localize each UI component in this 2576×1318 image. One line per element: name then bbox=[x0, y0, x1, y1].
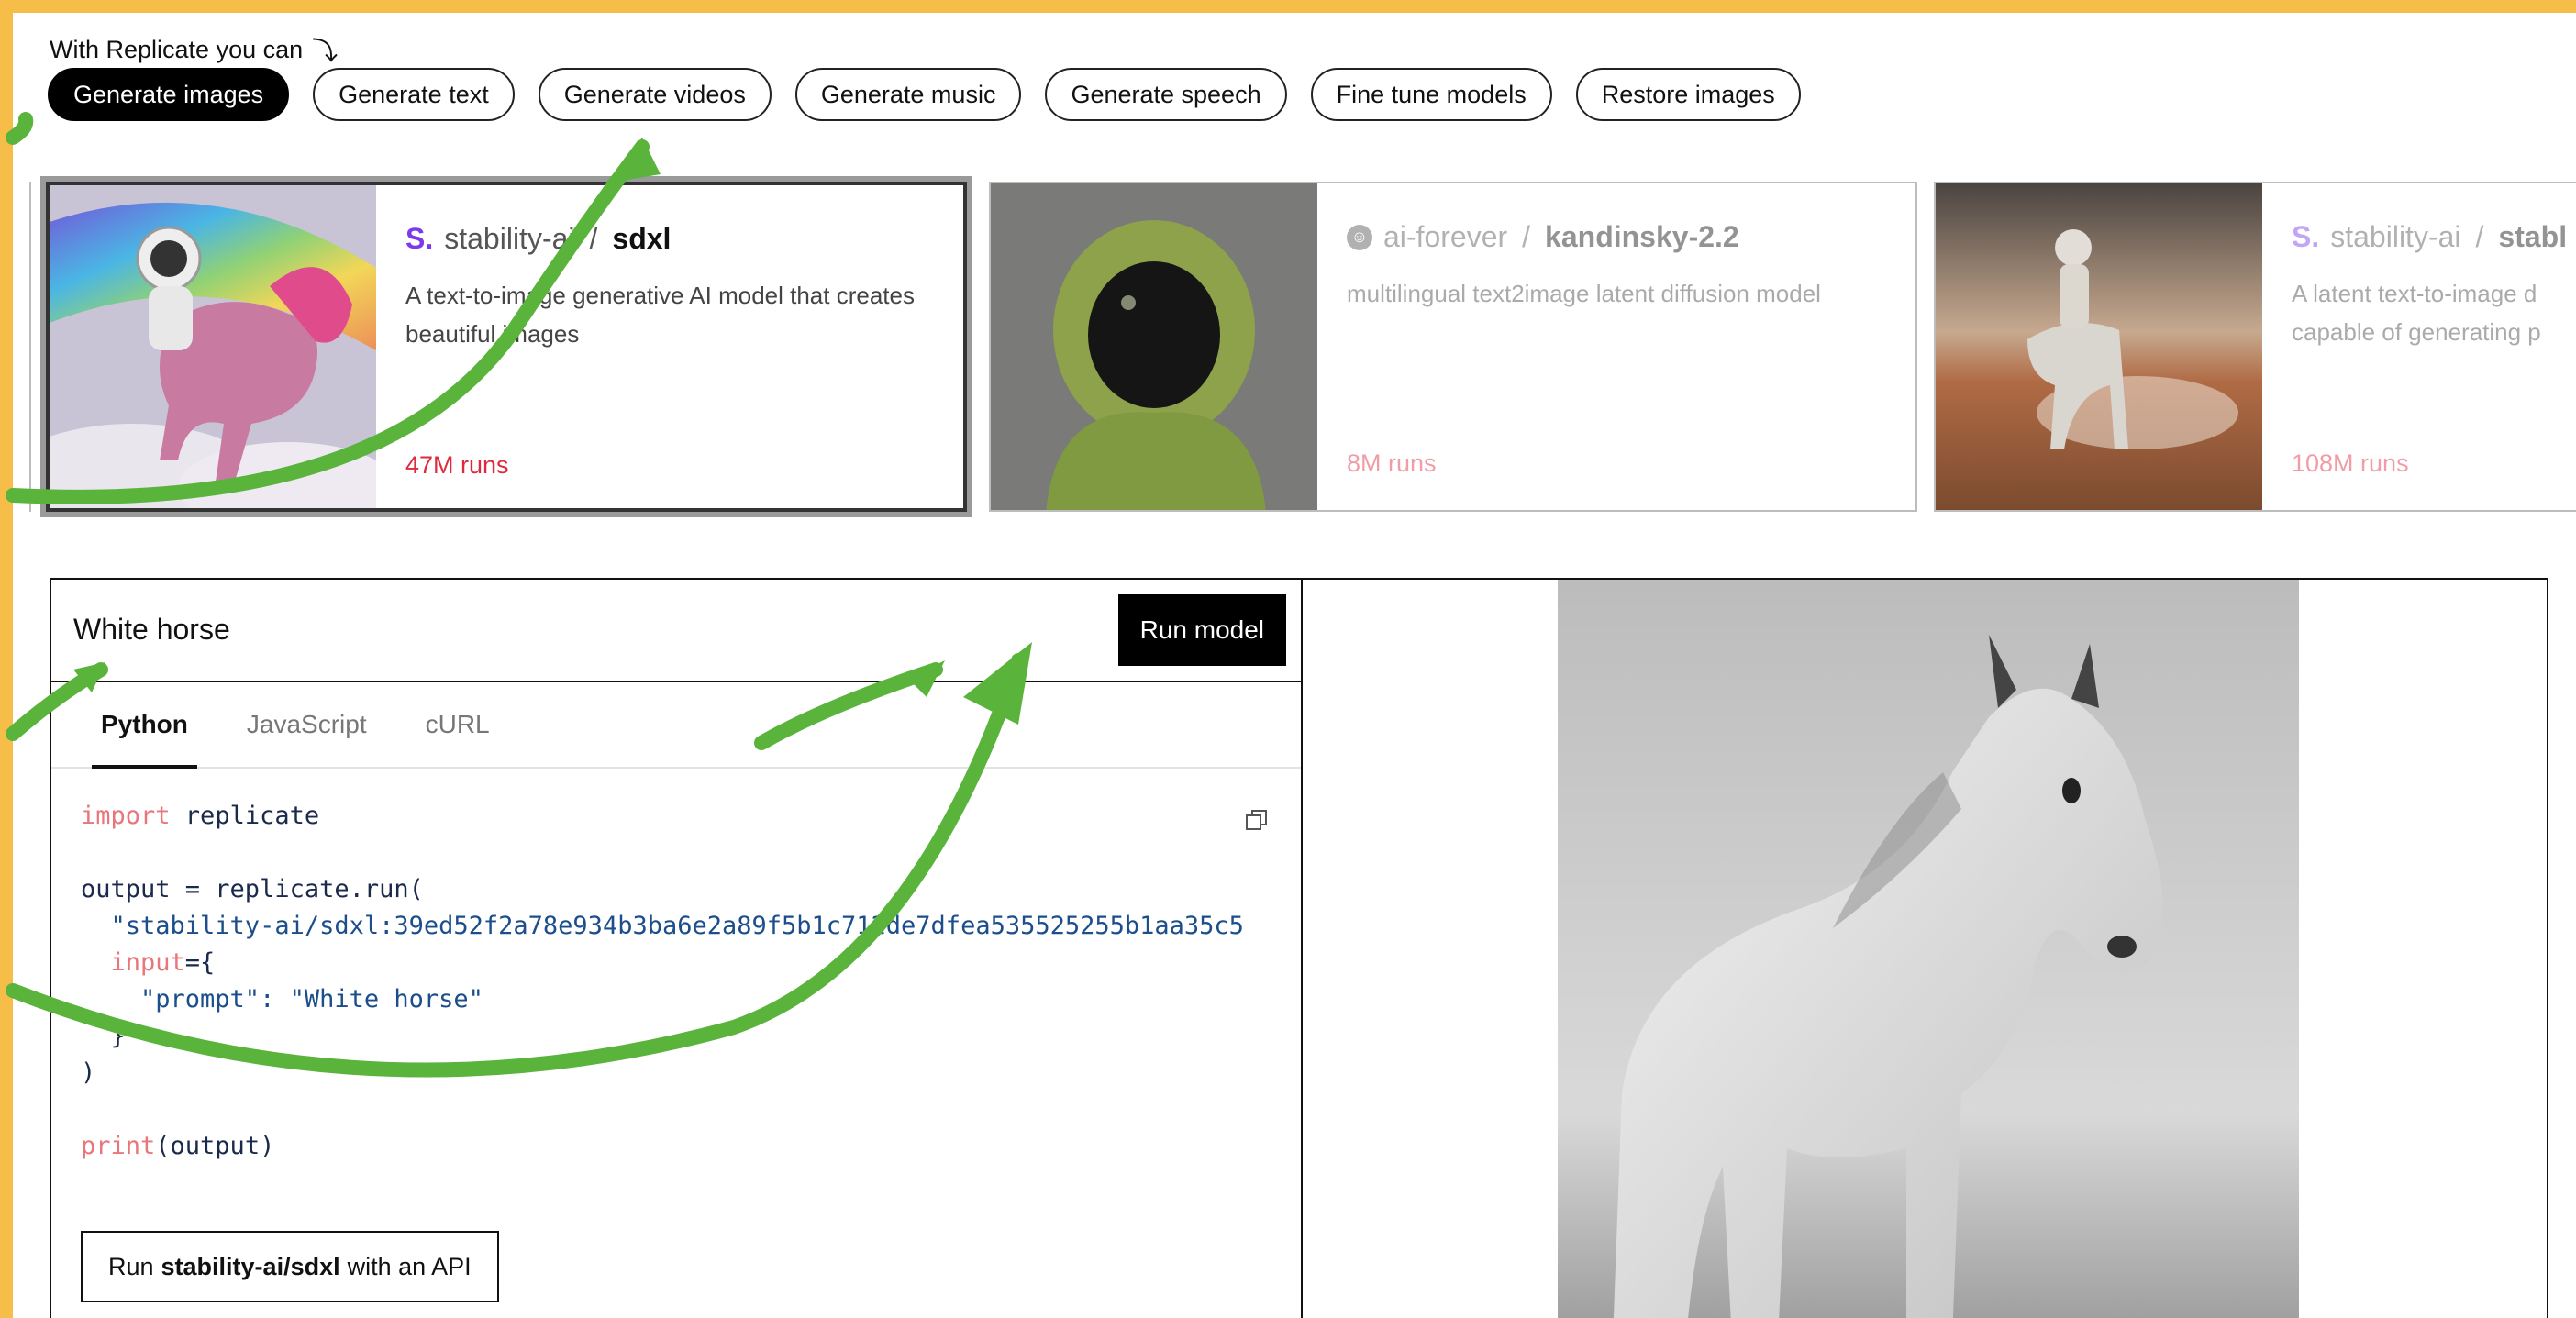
card-title: S. stability-ai / sdxl bbox=[405, 222, 936, 256]
card-model[interactable]: kandinsky-2.2 bbox=[1545, 220, 1739, 254]
card-model[interactable]: sdxl bbox=[612, 222, 671, 256]
prompt-input[interactable]: White horse bbox=[73, 613, 230, 647]
white-horse-output-image bbox=[1558, 580, 2299, 1318]
code-keyword: input bbox=[81, 948, 185, 977]
pill-generate-speech[interactable]: Generate speech bbox=[1045, 68, 1287, 121]
code-panel: White horse Run model Python JavaScript … bbox=[51, 580, 1303, 1318]
api-button-model: stability-ai/sdxl bbox=[161, 1252, 340, 1280]
curved-arrow-icon: ⤵ bbox=[312, 37, 339, 65]
tab-python[interactable]: Python bbox=[72, 682, 217, 769]
card-title: ☺ ai-forever / kandinsky-2.2 bbox=[1347, 220, 1888, 254]
code-text: } bbox=[81, 1022, 126, 1050]
card-body: ☺ ai-forever / kandinsky-2.2 multilingual … bbox=[1317, 183, 1915, 510]
model-card-sdxl[interactable]: S. stability-ai / sdxl A text-to-image gen… bbox=[46, 182, 967, 512]
card-separator: / bbox=[2475, 220, 2484, 253]
card-separator: / bbox=[589, 222, 598, 255]
code-text: ={ bbox=[184, 948, 216, 977]
code-text: output = replicate.run( bbox=[81, 875, 424, 903]
astronaut-unicorn-thumbnail bbox=[50, 185, 376, 508]
code-text: ) bbox=[81, 1058, 96, 1087]
pill-generate-videos[interactable]: Generate videos bbox=[538, 68, 772, 121]
card-runs: 108M runs bbox=[2292, 449, 2409, 477]
ai-forever-logo-icon: ☺ bbox=[1347, 224, 1372, 250]
code-keyword: print bbox=[81, 1132, 156, 1160]
prompt-row: White horse Run model bbox=[51, 580, 1301, 682]
pill-generate-music[interactable]: Generate music bbox=[794, 68, 1022, 121]
intro-heading: With Replicate you can ⤵ bbox=[50, 31, 338, 68]
pill-generate-text[interactable]: Generate text bbox=[313, 68, 515, 121]
card-body: S. stability-ai / sdxl A text-to-image gen… bbox=[376, 185, 963, 508]
card-separator: / bbox=[1522, 220, 1531, 253]
code-string: "prompt": "White horse" bbox=[81, 985, 483, 1013]
api-button-prefix: Run bbox=[108, 1252, 154, 1280]
code-keyword: import bbox=[81, 802, 171, 830]
pill-generate-images[interactable]: Generate images bbox=[48, 68, 290, 121]
tab-curl[interactable]: cURL bbox=[396, 682, 519, 767]
model-card-stable-diffusion[interactable]: S. stability-ai / stabl A latent text-to-i… bbox=[1934, 182, 2576, 512]
model-carousel: S. stability-ai / sdxl A text-to-image gen… bbox=[13, 182, 2576, 530]
code-text: replicate bbox=[170, 802, 320, 830]
mossy-astronaut-thumbnail bbox=[991, 183, 1317, 510]
card-owner[interactable]: stability-ai bbox=[2330, 220, 2460, 254]
api-button-suffix: with an API bbox=[347, 1252, 472, 1280]
run-with-api-button[interactable]: Run stability-ai/sdxl with an API bbox=[81, 1231, 499, 1302]
code-text: (output) bbox=[155, 1132, 275, 1160]
tab-javascript[interactable]: JavaScript bbox=[217, 682, 396, 767]
card-model[interactable]: stabl bbox=[2498, 220, 2567, 254]
pill-fine-tune-models[interactable]: Fine tune models bbox=[1310, 68, 1552, 121]
intro-label: With Replicate you can bbox=[50, 35, 304, 63]
code-snippet: import replicate output = replicate.run(… bbox=[81, 798, 1301, 1165]
pill-restore-images[interactable]: Restore images bbox=[1575, 68, 1801, 121]
astronaut-horse-thumbnail bbox=[1936, 183, 2262, 510]
card-runs: 8M runs bbox=[1347, 449, 1437, 477]
code-string: "stability-ai/sdxl:39ed52f2a78e934b3ba6e… bbox=[81, 912, 1244, 940]
card-body: S. stability-ai / stabl A latent text-to-i… bbox=[2262, 183, 2576, 510]
card-description: A latent text-to-image d capable of gene… bbox=[2292, 280, 2541, 346]
stability-logo-icon: S. bbox=[405, 222, 434, 255]
stability-logo-icon: S. bbox=[2292, 220, 2320, 253]
capability-pills: Generate images Generate text Generate v… bbox=[48, 68, 1801, 121]
card-owner[interactable]: ai-forever bbox=[1383, 220, 1507, 254]
run-model-button[interactable]: Run model bbox=[1117, 594, 1286, 666]
card-owner[interactable]: stability-ai bbox=[444, 222, 574, 256]
model-card-kandinsky[interactable]: ☺ ai-forever / kandinsky-2.2 multilingual … bbox=[989, 182, 1917, 512]
card-title: S. stability-ai / stabl bbox=[2292, 220, 2567, 254]
card-description: A text-to-image generative AI model that… bbox=[405, 282, 915, 348]
page-canvas: With Replicate you can ⤵ Generate images… bbox=[13, 13, 2576, 1318]
card-description: multilingual text2image latent diffusion… bbox=[1347, 280, 1821, 307]
run-panel: White horse Run model Python JavaScript … bbox=[50, 578, 2548, 1318]
language-tabs: Python JavaScript cURL bbox=[51, 682, 1301, 769]
card-runs: 47M runs bbox=[405, 451, 509, 479]
